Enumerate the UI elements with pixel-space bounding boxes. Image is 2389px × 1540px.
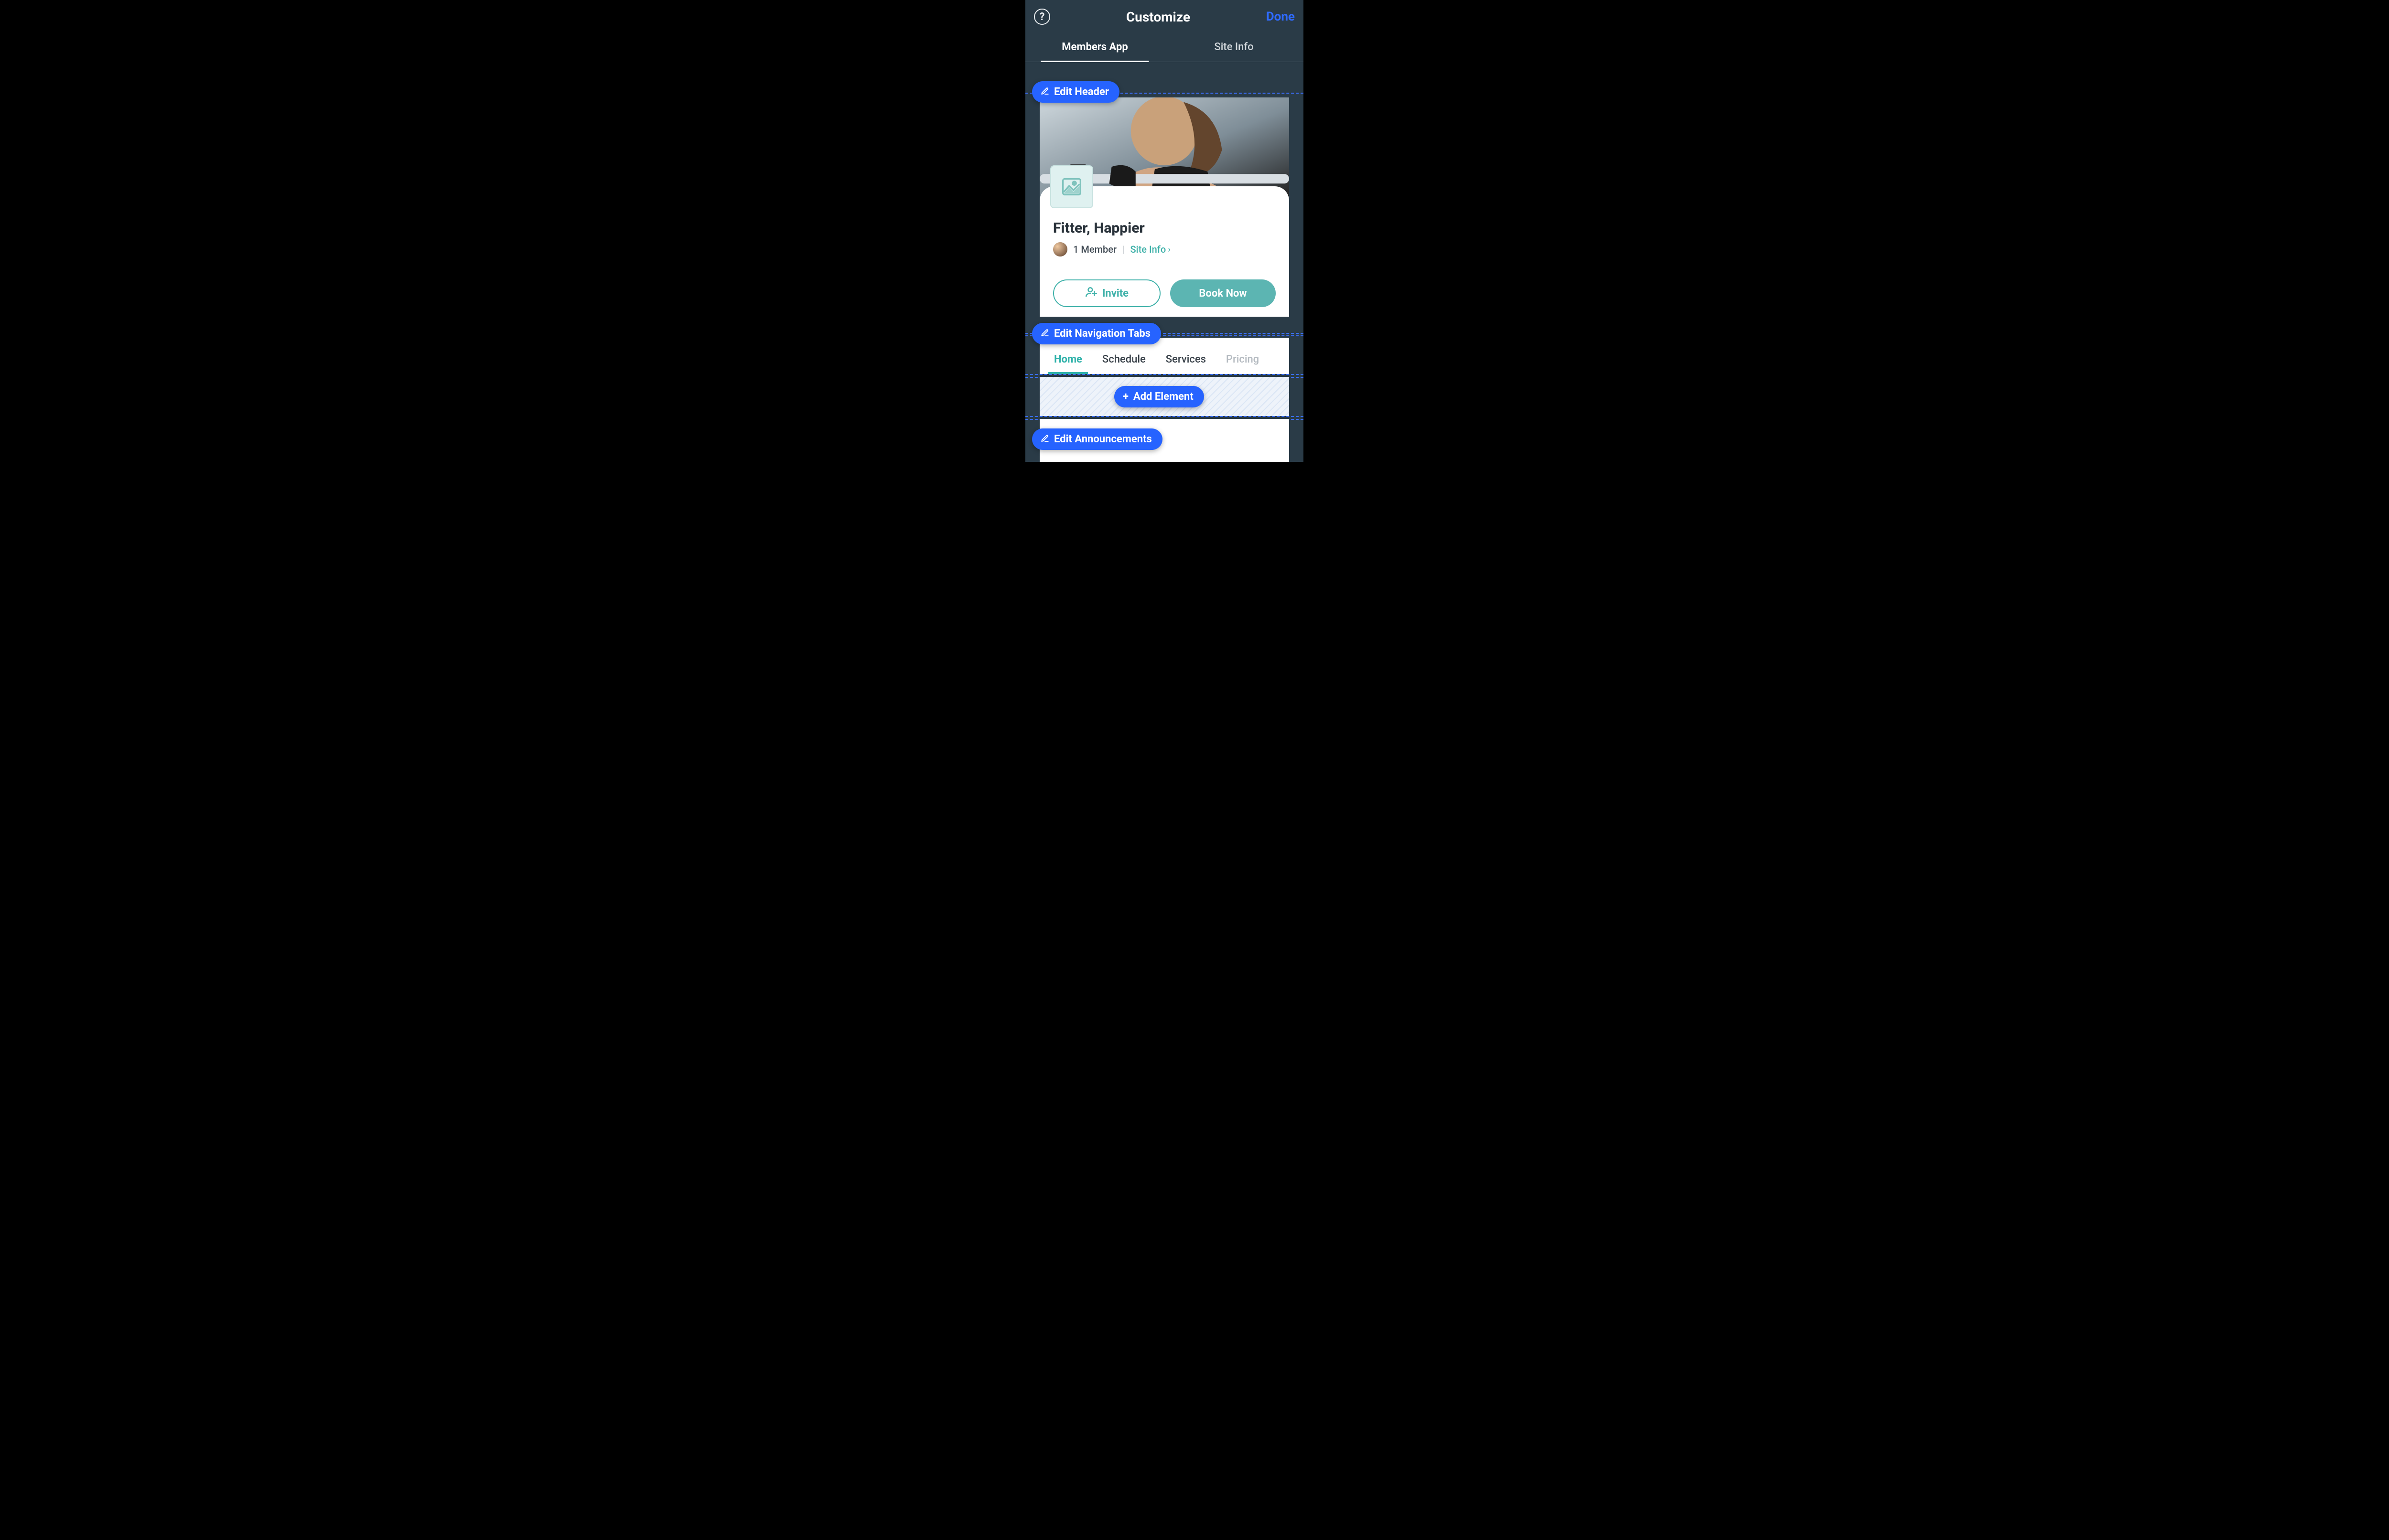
site-info-link[interactable]: Site Info › [1130, 244, 1170, 255]
site-logo-placeholder[interactable] [1050, 165, 1093, 208]
members-row: 1 Member | Site Info › [1053, 242, 1276, 257]
nav-tab-home[interactable]: Home [1048, 345, 1088, 374]
mobile-customize-panel: ? Customize Done Members App Site Info [1025, 0, 1303, 462]
section-guide [1025, 374, 1303, 375]
site-card: Fitter, Happier 1 Member | Site Info › [1040, 186, 1289, 317]
edit-header-button[interactable]: Edit Header [1032, 81, 1119, 103]
nav-tab-schedule[interactable]: Schedule [1097, 345, 1151, 374]
tab-site-info[interactable]: Site Info [1164, 33, 1303, 62]
member-avatar [1053, 242, 1067, 257]
done-button[interactable]: Done [1266, 10, 1295, 24]
topbar: ? Customize Done [1025, 0, 1303, 33]
action-buttons: Invite Book Now [1053, 279, 1276, 307]
help-icon[interactable]: ? [1034, 9, 1050, 25]
pencil-icon [1041, 329, 1049, 339]
plus-icon: + [1123, 392, 1129, 402]
nav-tab-pricing[interactable]: Pricing [1220, 345, 1265, 374]
nav-tab-services[interactable]: Services [1160, 345, 1212, 374]
invite-button[interactable]: Invite [1053, 279, 1161, 307]
tab-members-app[interactable]: Members App [1025, 33, 1164, 62]
add-element-button[interactable]: + Add Element [1114, 386, 1204, 407]
add-user-icon [1085, 286, 1098, 301]
pencil-icon [1041, 87, 1049, 97]
book-now-button[interactable]: Book Now [1170, 279, 1276, 307]
chevron-right-icon: › [1168, 245, 1170, 255]
site-name: Fitter, Happier [1053, 220, 1276, 236]
edit-announcements-button[interactable]: Edit Announcements [1032, 428, 1162, 450]
edit-navigation-tabs-button[interactable]: Edit Navigation Tabs [1032, 323, 1161, 344]
member-count: 1 Member [1073, 244, 1117, 255]
pencil-icon [1041, 434, 1049, 445]
primary-tabs: Members App Site Info [1025, 33, 1303, 62]
page-title: Customize [1126, 9, 1190, 25]
separator: | [1122, 244, 1124, 255]
section-guide [1025, 416, 1303, 417]
help-glyph: ? [1040, 11, 1045, 23]
